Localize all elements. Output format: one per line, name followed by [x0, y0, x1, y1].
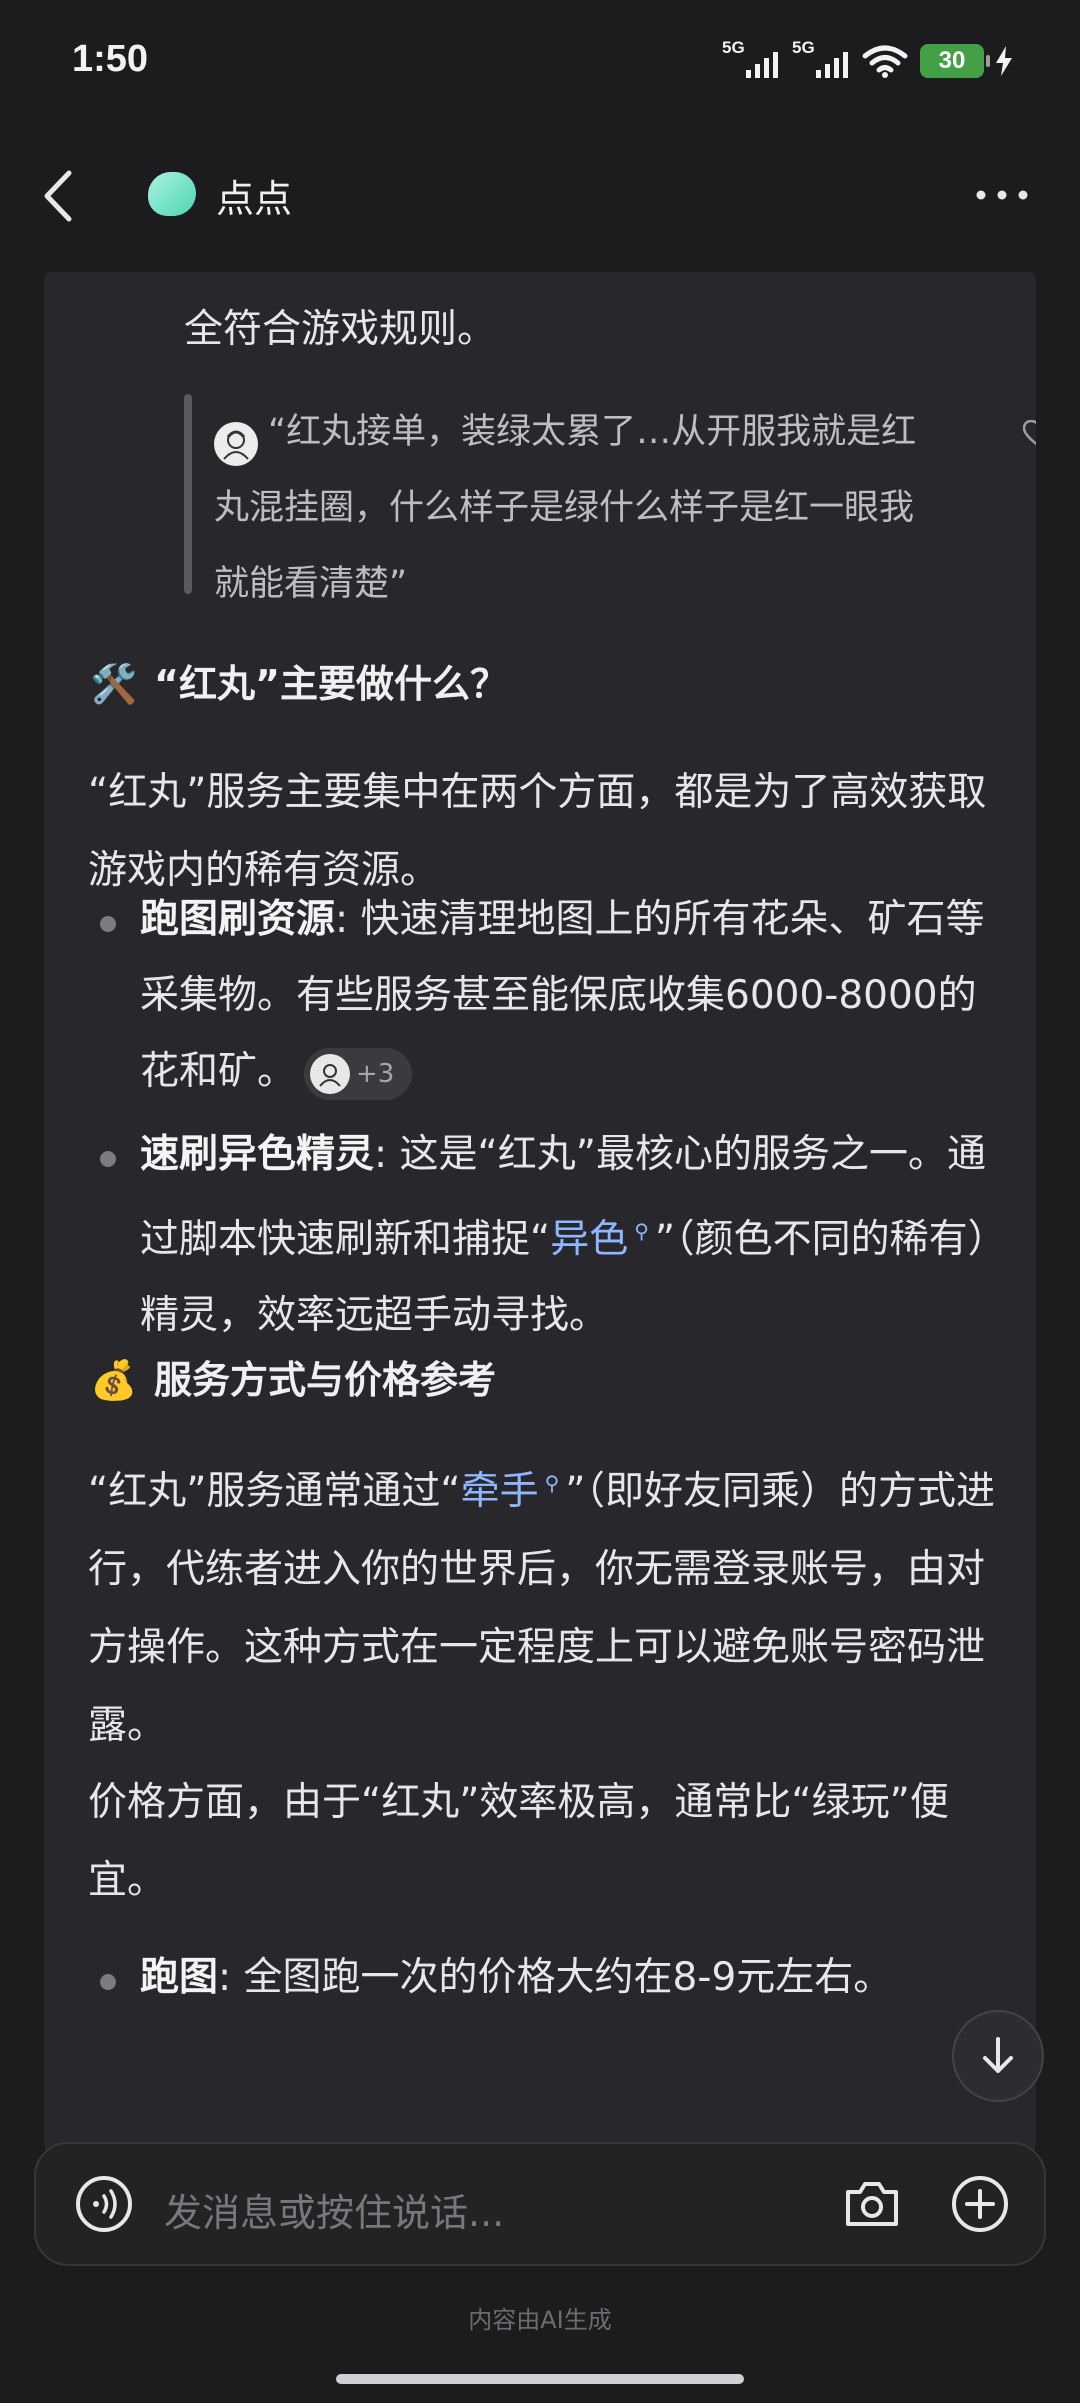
- list-item-body: : 全图跑一次的价格大约在8-9元左右。: [218, 1955, 893, 2000]
- list-item-text: 跑图: 全图跑一次的价格大约在8-9元左右。: [140, 1940, 1000, 2016]
- list-item: 速刷异色精灵: 这是“红丸”最核心的服务之一。通过脚本快速刷新和捕捉“异色 ⚲ ”（…: [88, 1117, 1000, 1347]
- network-type-label: 5G: [722, 38, 745, 57]
- home-indicator[interactable]: [336, 2374, 744, 2384]
- wifi-icon: [862, 45, 908, 78]
- quote-bar: [184, 394, 192, 594]
- list-item: 跑图: 全图跑一次的价格大约在8-9元左右。: [88, 1940, 1000, 2020]
- camera-icon: [846, 2182, 898, 2226]
- search-term-link[interactable]: 异色: [550, 1217, 628, 1262]
- paragraph-text: “红丸”服务通常通过“: [88, 1469, 461, 1514]
- paragraph: 价格方面，由于“红丸”效率极高，通常比“绿玩”便宜。: [88, 1780, 949, 1903]
- voice-input-button[interactable]: [74, 2174, 134, 2234]
- section-title: 服务方式与价格参考: [154, 1358, 497, 1402]
- scroll-to-bottom-button[interactable]: [952, 2010, 1044, 2102]
- bullet-dot: [100, 1974, 116, 1990]
- back-button[interactable]: [30, 166, 86, 226]
- source-avatar: [310, 1053, 351, 1094]
- bot-avatar[interactable]: [148, 172, 196, 216]
- cellular-signal-icon: 5G: [792, 38, 850, 80]
- quote-likes[interactable]: 9: [1023, 414, 1036, 453]
- quote-text: “红丸接单，装绿太累了…从开服我就是红丸混挂圈，什么样子是绿什么样子是红一眼我就…: [214, 412, 917, 604]
- camera-button[interactable]: [840, 2172, 904, 2236]
- chevron-left-icon: [44, 170, 72, 222]
- more-options-button[interactable]: [972, 170, 1032, 220]
- more-horizontal-icon: [976, 190, 1028, 200]
- list-item-text: 跑图刷资源: 快速清理地图上的所有花朵、矿石等采集物。有些服务甚至能保底收集60…: [140, 882, 1000, 1110]
- status-icons: 5G 5G 30: [722, 38, 1012, 80]
- source-chip[interactable]: +3: [304, 1047, 413, 1100]
- search-icon[interactable]: ⚲: [545, 1471, 560, 1495]
- network-type-label: 5G: [792, 38, 815, 57]
- section-heading: 🛠️ “红丸”主要做什么？: [88, 654, 508, 714]
- cellular-signal-icon: 5G: [722, 38, 780, 80]
- hammer-wrench-icon: 🛠️: [90, 662, 138, 706]
- status-time: 1:50: [72, 38, 149, 80]
- message-input-bar: 发消息或按住说话...: [34, 2142, 1046, 2266]
- chat-header: 点点: [0, 150, 1080, 240]
- bullet-dot: [100, 916, 116, 932]
- voice-wave-icon: [76, 2176, 132, 2232]
- heart-icon: [1023, 419, 1036, 445]
- list-item-title: 跑图: [140, 1955, 219, 2000]
- status-bar: 1:50 5G 5G 30: [0, 0, 1080, 120]
- search-term-link[interactable]: 牵手: [461, 1469, 539, 1514]
- battery-level: 30: [938, 47, 966, 74]
- section-title: “红丸”主要做什么？: [154, 662, 508, 706]
- ai-generated-note: 内容由AI生成: [468, 2306, 612, 2334]
- paragraph: “红丸”服务通常通过“牵手 ⚲ ”（即好友同乘）的方式进行，代练者进入你的世界后，你…: [88, 1444, 1000, 1765]
- list-item-text: 速刷异色精灵: 这是“红丸”最核心的服务之一。通过脚本快速刷新和捕捉“异色 ⚲ ”（…: [140, 1117, 1000, 1354]
- ai-message-card: 全符合游戏规则。 “红丸接单，装绿太累了…从开服我就是红丸混挂圈，什么样子是绿什…: [44, 272, 1036, 2152]
- list-item-title: 跑图刷资源: [140, 897, 336, 942]
- plus-circle-icon: [952, 2176, 1008, 2232]
- section-heading: 💰 服务方式与价格参考: [88, 1350, 496, 1410]
- source-count: +3: [356, 1058, 395, 1089]
- arrow-down-icon: [983, 2037, 1013, 2073]
- continuation-text: 全符合游戏规则。: [184, 307, 497, 352]
- message-input[interactable]: 发消息或按住说话...: [164, 2182, 504, 2237]
- battery-icon: 30: [920, 44, 990, 78]
- search-icon[interactable]: ⚲: [634, 1219, 649, 1243]
- bullet-dot: [100, 1151, 116, 1167]
- add-attachment-button[interactable]: [948, 2172, 1012, 2236]
- money-bag-icon: 💰: [90, 1358, 138, 1402]
- list-item: 跑图刷资源: 快速清理地图上的所有花朵、矿石等采集物。有些服务甚至能保底收集60…: [88, 882, 1000, 1112]
- list-item-title: 速刷异色精灵: [140, 1132, 375, 1177]
- quote-block[interactable]: “红丸接单，装绿太累了…从开服我就是红丸混挂圈，什么样子是绿什么样子是红一眼我就…: [184, 394, 1036, 604]
- charging-bolt-icon: [996, 46, 1012, 76]
- bot-name[interactable]: 点点: [216, 168, 292, 223]
